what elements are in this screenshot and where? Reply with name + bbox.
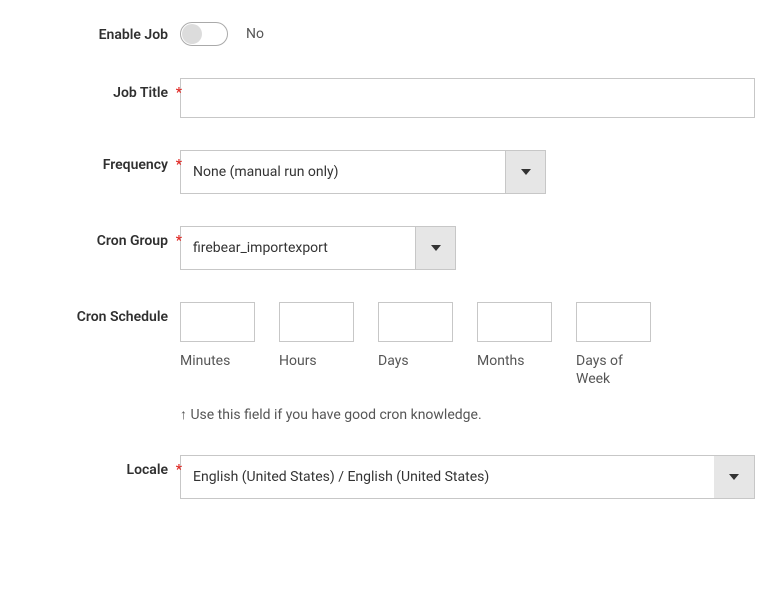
cron-group-label: Cron Group * [15, 226, 180, 249]
job-title-input[interactable] [180, 78, 755, 118]
cron-group-select-value: firebear_importexport [181, 227, 415, 269]
cron-days-sublabel: Days [378, 352, 453, 370]
enable-job-label: Enable Job [15, 20, 180, 43]
enable-job-value: No [246, 26, 264, 42]
required-mark-icon: * [176, 157, 182, 173]
cron-minutes-sublabel: Minutes [180, 352, 255, 370]
cron-hours-input[interactable] [279, 302, 354, 342]
frequency-label: Frequency * [15, 150, 180, 173]
cron-schedule-hint: ↑ Use this field if you have good cron k… [180, 406, 769, 423]
required-mark-icon: * [176, 462, 182, 478]
cron-dow-sublabel: Days of Week [576, 352, 651, 388]
chevron-down-icon [431, 245, 441, 251]
cron-days-input[interactable] [378, 302, 453, 342]
frequency-select-value: None (manual run only) [181, 151, 505, 193]
cron-group-select-button[interactable] [415, 227, 455, 269]
locale-select-button[interactable] [714, 456, 754, 498]
cron-dow-input[interactable] [576, 302, 651, 342]
cron-hours-sublabel: Hours [279, 352, 354, 370]
toggle-knob-icon [182, 24, 202, 44]
required-mark-icon: * [176, 85, 182, 101]
frequency-select-button[interactable] [505, 151, 545, 193]
frequency-select[interactable]: None (manual run only) [180, 150, 546, 194]
chevron-down-icon [521, 169, 531, 175]
chevron-down-icon [729, 474, 739, 480]
cron-minutes-input[interactable] [180, 302, 255, 342]
job-title-label: Job Title * [15, 78, 180, 101]
locale-label: Locale * [15, 455, 180, 478]
cron-months-sublabel: Months [477, 352, 552, 370]
enable-job-toggle[interactable] [180, 22, 228, 46]
locale-select[interactable]: English (United States) / English (Unite… [180, 455, 755, 499]
cron-months-input[interactable] [477, 302, 552, 342]
cron-schedule-label: Cron Schedule [15, 302, 180, 325]
cron-group-select[interactable]: firebear_importexport [180, 226, 456, 270]
required-mark-icon: * [176, 233, 182, 249]
locale-select-value: English (United States) / English (Unite… [181, 456, 714, 498]
